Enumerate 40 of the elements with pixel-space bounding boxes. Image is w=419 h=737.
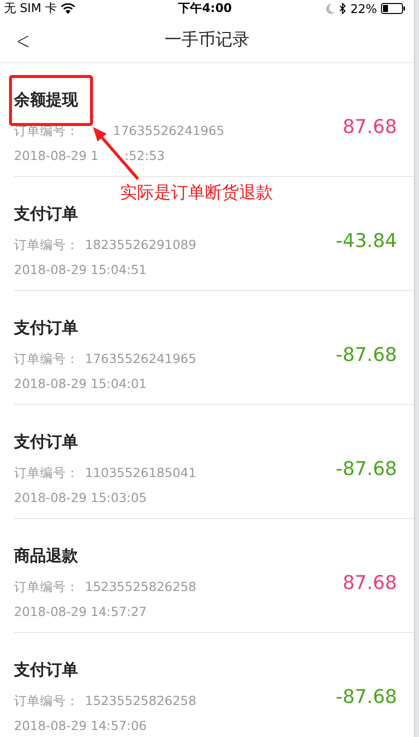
order-label: 订单编号： bbox=[14, 579, 79, 596]
record-title: 支付订单 bbox=[14, 204, 79, 225]
record-time: 2018-08-29 14:57:06 bbox=[14, 718, 147, 733]
record-time: 2018-08-29 14:57:27 bbox=[14, 604, 147, 619]
order-label: 订单编号： bbox=[14, 237, 79, 254]
amount-text: -43.84 bbox=[336, 230, 397, 252]
annotation-text: 实际是订单断货退款 bbox=[120, 182, 273, 204]
order-number: 18235526291089 bbox=[85, 237, 196, 252]
order-number: 17635526241965 bbox=[85, 351, 196, 366]
moon-icon bbox=[326, 4, 336, 14]
amount-text: 87.68 bbox=[342, 116, 397, 138]
amount-text: -87.68 bbox=[336, 686, 397, 708]
carrier-text: 无 SIM 卡 bbox=[4, 0, 58, 17]
record-time-rest: :52:53 bbox=[124, 148, 165, 163]
record-title: 余额提现 bbox=[14, 90, 79, 111]
back-button[interactable]: < bbox=[12, 25, 34, 57]
amount-text: -87.68 bbox=[336, 458, 397, 480]
order-number: 15235525826258 bbox=[85, 693, 196, 708]
amount-text: -87.68 bbox=[336, 344, 397, 366]
battery-icon bbox=[380, 3, 406, 14]
amount-text: 87.68 bbox=[342, 572, 397, 594]
page-title: 一手币记录 bbox=[164, 29, 250, 51]
record-title: 支付订单 bbox=[14, 660, 79, 681]
order-number: 15235525826258 bbox=[85, 579, 196, 594]
record-time: 2018-08-29 15:04:51 bbox=[14, 262, 147, 277]
record-time: 2018-08-29 15:04:01 bbox=[14, 376, 147, 391]
order-label: 订单编号： bbox=[14, 465, 79, 482]
battery-text: 22% bbox=[350, 2, 377, 16]
order-number: 17635526241965 bbox=[113, 123, 224, 138]
record-title: 支付订单 bbox=[14, 432, 79, 453]
order-label: 订单编号： bbox=[14, 693, 79, 710]
order-label: 订单编号： bbox=[14, 351, 79, 368]
clock-text: 下午4:00 bbox=[178, 0, 232, 17]
wifi-icon bbox=[61, 3, 76, 14]
record-title: 支付订单 bbox=[14, 318, 79, 339]
record-time: 2018-08-29 15:03:05 bbox=[14, 490, 147, 505]
order-number: 11035526185041 bbox=[85, 465, 196, 480]
record-time: 2018-08-29 1 bbox=[14, 148, 99, 163]
bluetooth-icon bbox=[339, 3, 346, 14]
record-title: 商品退款 bbox=[14, 546, 79, 567]
